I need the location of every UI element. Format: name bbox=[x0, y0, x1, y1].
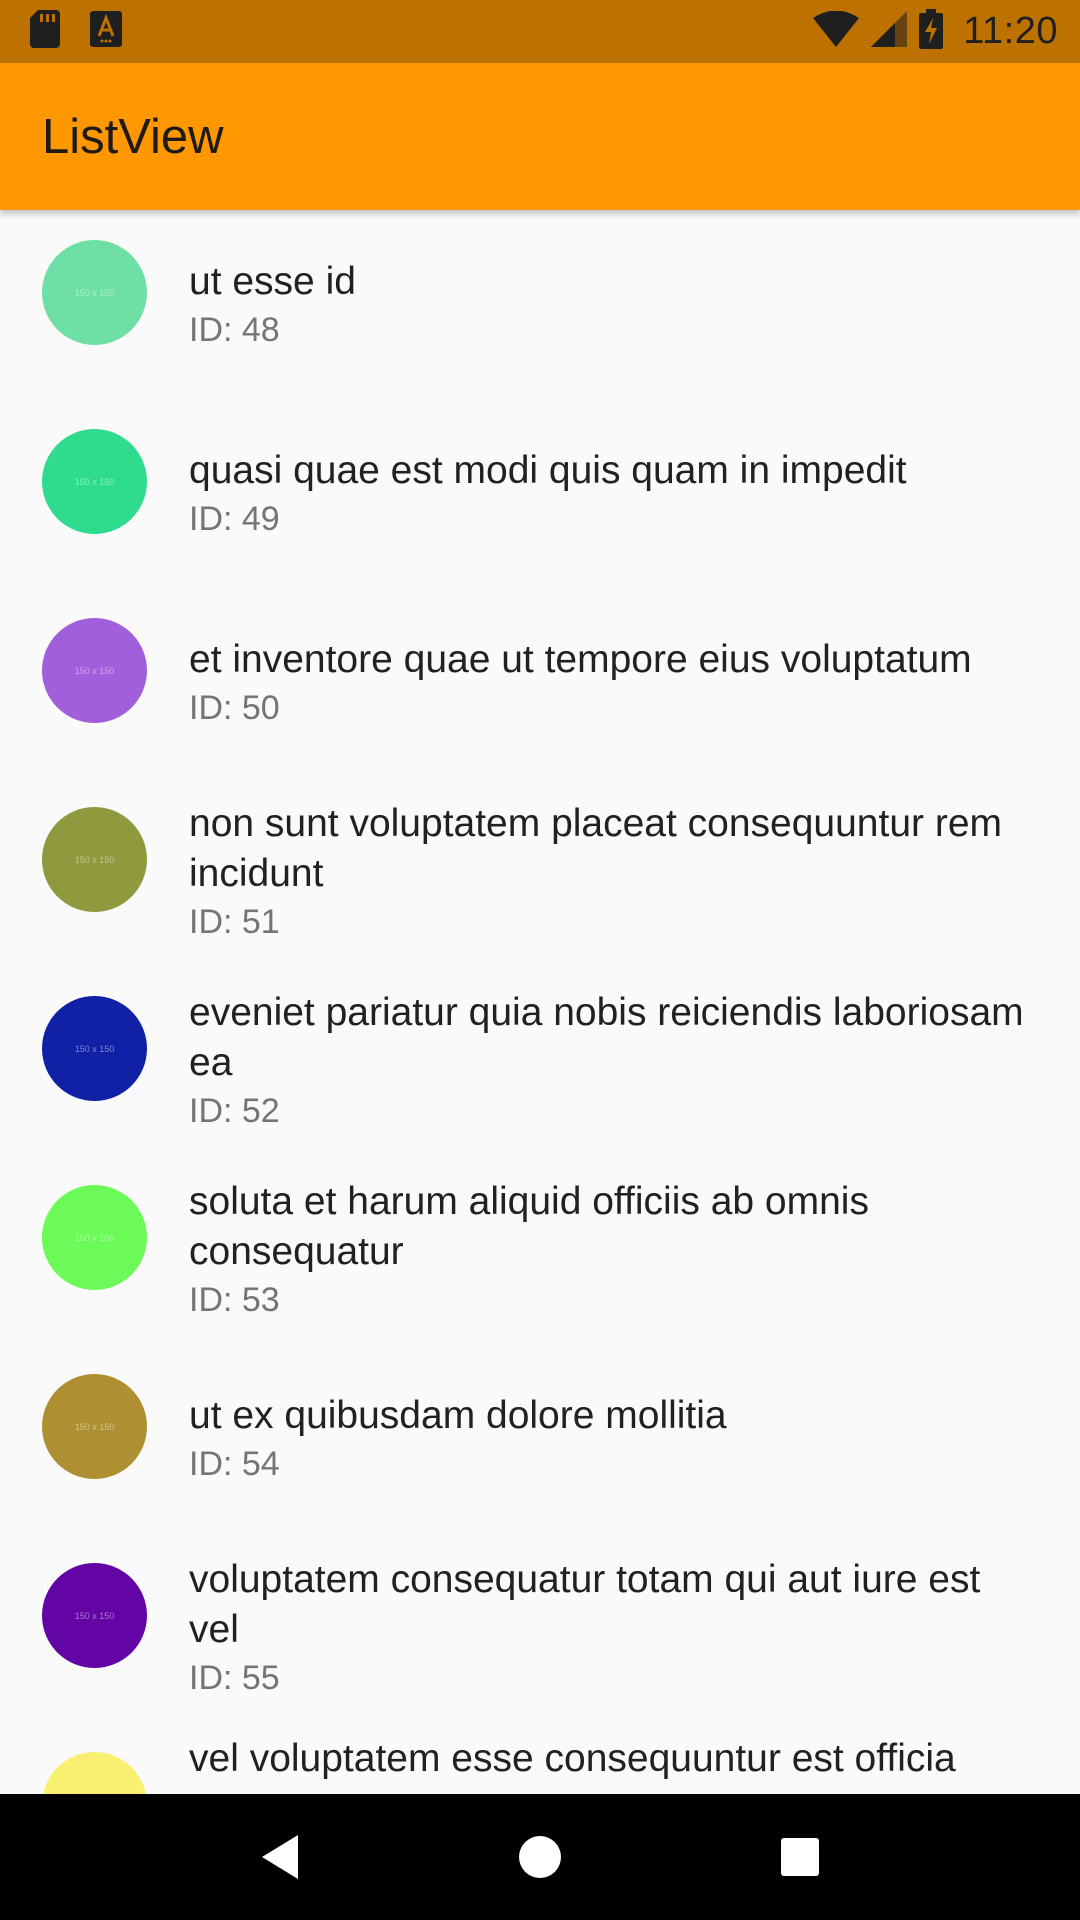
avatar: 150 x 150 bbox=[42, 996, 147, 1101]
avatar bbox=[42, 1752, 147, 1794]
item-title: vel voluptatem esse consequuntur est off… bbox=[189, 1737, 956, 1780]
item-id: ID: 50 bbox=[189, 688, 280, 727]
item-title: eveniet pariatur quia nobis reiciendis l… bbox=[189, 990, 1024, 1084]
item-id: ID: 51 bbox=[189, 902, 280, 941]
avatar: 150 x 150 bbox=[42, 1374, 147, 1479]
app-bar: ListView bbox=[0, 63, 1080, 210]
avatar-placeholder-text: 150 x 150 bbox=[74, 854, 115, 865]
list-view[interactable]: 150 x 150 ut esse id ID: 48 150 x 150 qu… bbox=[0, 210, 1080, 1794]
item-id: ID: 52 bbox=[189, 1091, 280, 1130]
item-id: ID: 54 bbox=[189, 1444, 280, 1483]
avatar: 150 x 150 bbox=[42, 429, 147, 534]
avatar: 150 x 150 bbox=[42, 240, 147, 345]
avatar: 150 x 150 bbox=[42, 1563, 147, 1668]
item-title: ut ex quibusdam dolore mollitia bbox=[189, 1393, 727, 1437]
item-title: soluta et harum aliquid officiis ab omni… bbox=[189, 1179, 869, 1273]
avatar-placeholder-text: 150 x 150 bbox=[74, 287, 115, 298]
list-item[interactable]: 150 x 150 et inventore quae ut tempore e… bbox=[0, 588, 1080, 777]
avatar-placeholder-text: 150 x 150 bbox=[74, 1232, 115, 1243]
item-id: ID: 49 bbox=[189, 499, 280, 538]
recents-icon[interactable] bbox=[760, 1817, 840, 1897]
home-icon[interactable] bbox=[500, 1817, 580, 1897]
item-title: non sunt voluptatem placeat consequuntur… bbox=[189, 801, 1003, 895]
list-item[interactable]: 150 x 150 ut ex quibusdam dolore molliti… bbox=[0, 1344, 1080, 1533]
app-title: ListView bbox=[42, 109, 224, 164]
avatar-placeholder-text: 150 x 150 bbox=[74, 665, 115, 676]
back-icon[interactable] bbox=[240, 1817, 320, 1897]
list-item[interactable]: 150 x 150 quasi quae est modi quis quam … bbox=[0, 399, 1080, 588]
list-item[interactable]: 150 x 150 voluptatem consequatur totam q… bbox=[0, 1533, 1080, 1722]
item-title: et inventore quae ut tempore eius volupt… bbox=[189, 637, 972, 681]
avatar: 150 x 150 bbox=[42, 807, 147, 912]
list-item[interactable]: 150 x 150 eveniet pariatur quia nobis re… bbox=[0, 966, 1080, 1155]
avatar-placeholder-text: 150 x 150 bbox=[74, 476, 115, 487]
wifi-icon bbox=[813, 10, 860, 52]
avatar-placeholder-text: 150 x 150 bbox=[74, 1421, 115, 1432]
battery-charging-icon bbox=[919, 9, 944, 54]
sd-card-icon bbox=[30, 10, 60, 53]
avatar-placeholder-text: 150 x 150 bbox=[74, 1610, 115, 1621]
status-time: 11:20 bbox=[963, 10, 1058, 52]
item-title: voluptatem consequatur totam qui aut iur… bbox=[189, 1557, 981, 1651]
item-title: ut esse id bbox=[189, 259, 356, 303]
avatar: 150 x 150 bbox=[42, 1185, 147, 1290]
list-item[interactable]: 150 x 150 non sunt voluptatem placeat co… bbox=[0, 777, 1080, 966]
list-item[interactable]: 150 x 150 ut esse id ID: 48 bbox=[0, 210, 1080, 399]
item-id: ID: 53 bbox=[189, 1280, 280, 1319]
cell-signal-icon bbox=[871, 11, 908, 52]
item-id: ID: 55 bbox=[189, 1658, 280, 1697]
a-notification-icon bbox=[90, 11, 122, 52]
item-title: quasi quae est modi quis quam in impedit bbox=[189, 448, 907, 492]
avatar: 150 x 150 bbox=[42, 618, 147, 723]
list-item[interactable]: vel voluptatem esse consequuntur est off… bbox=[0, 1722, 1080, 1794]
avatar-placeholder-text: 150 x 150 bbox=[74, 1043, 115, 1054]
item-id: ID: 48 bbox=[189, 310, 280, 349]
status-bar: 11:20 bbox=[0, 0, 1080, 63]
navigation-bar bbox=[0, 1794, 1080, 1920]
list-item[interactable]: 150 x 150 soluta et harum aliquid offici… bbox=[0, 1155, 1080, 1344]
